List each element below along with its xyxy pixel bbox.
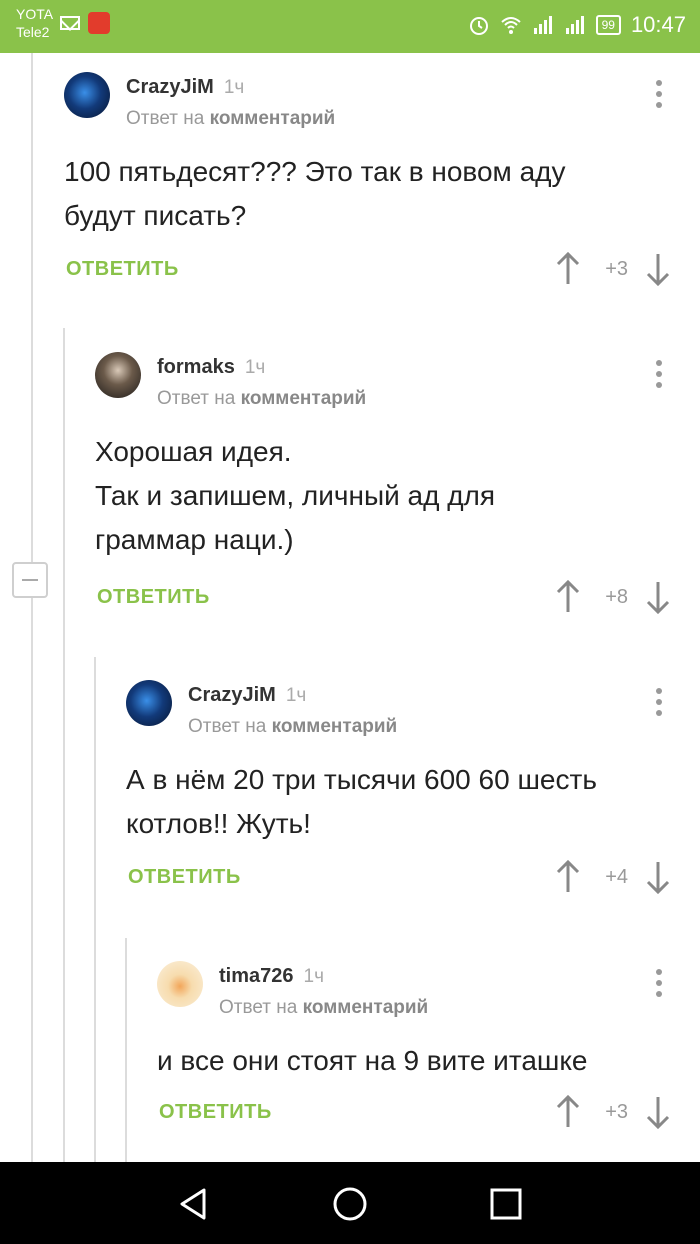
comment-text: А в нём 20 три тысячи 600 60 шесть котло… bbox=[126, 764, 597, 839]
comment-score: +4 bbox=[605, 866, 628, 888]
reply-prefix: Ответ на bbox=[126, 108, 205, 129]
signal-2-icon bbox=[565, 16, 584, 34]
reply-to-label: Ответ на комментарий bbox=[188, 716, 397, 738]
battery-icon: 99 bbox=[595, 15, 621, 35]
reply-to-label: Ответ на комментарий bbox=[219, 997, 428, 1019]
comment-actions: ОТВЕТИТЬ +8 bbox=[95, 580, 700, 620]
reply-button[interactable]: ОТВЕТИТЬ bbox=[66, 258, 179, 281]
comment-score: +3 bbox=[605, 258, 628, 280]
reply-to-label: Ответ на комментарий bbox=[157, 388, 366, 410]
comment: tima726 1ч Ответ на комментарий и все они… bbox=[157, 961, 700, 1161]
author-name[interactable]: tima726 bbox=[219, 965, 294, 987]
clock: 10:47 bbox=[630, 12, 686, 37]
thread-line-2 bbox=[63, 328, 65, 1162]
reply-prefix: Ответ на bbox=[157, 388, 236, 409]
comment-time: 1ч bbox=[244, 357, 266, 378]
comment: CrazyJiM 1ч Ответ на комментарий 100 пять… bbox=[64, 72, 700, 302]
wifi-icon bbox=[500, 17, 521, 34]
recent-apps-icon[interactable] bbox=[486, 1184, 526, 1224]
comment-actions: ОТВЕТИТЬ +3 bbox=[64, 252, 700, 292]
comment-score: +3 bbox=[605, 1101, 628, 1123]
navigation-bar bbox=[0, 1162, 700, 1244]
carrier-2: Tele2 bbox=[16, 24, 50, 40]
downvote-arrow-icon[interactable] bbox=[646, 1095, 670, 1129]
upvote-arrow-icon[interactable] bbox=[556, 580, 580, 614]
comment-text: и все они стоят на 9 вите иташке bbox=[157, 1045, 588, 1076]
carrier-1: YOTA bbox=[16, 6, 54, 22]
comment-text: 100 пятьдесят??? Это так в новом аду буд… bbox=[64, 156, 566, 231]
upvote-arrow-icon[interactable] bbox=[556, 860, 580, 894]
comment-author[interactable]: formaks 1ч bbox=[157, 356, 265, 379]
reply-target-link[interactable]: комментарий bbox=[272, 716, 398, 737]
more-options-icon[interactable] bbox=[656, 969, 662, 999]
comment: formaks 1ч Ответ на комментарий Хорошая и… bbox=[95, 352, 700, 632]
reply-prefix: Ответ на bbox=[188, 716, 267, 737]
status-icons: 99 10:47 bbox=[468, 10, 686, 40]
comment: CrazyJiM 1ч Ответ на комментарий А в нём … bbox=[126, 680, 700, 910]
avatar[interactable] bbox=[157, 961, 203, 1007]
downvote-arrow-icon[interactable] bbox=[646, 860, 670, 894]
avatar[interactable] bbox=[64, 72, 110, 118]
comment-author[interactable]: CrazyJiM 1ч bbox=[126, 76, 244, 99]
thread-line-3 bbox=[94, 657, 96, 1162]
author-name[interactable]: formaks bbox=[157, 356, 235, 378]
status-bar: YOTA Tele2 99 10:47 bbox=[0, 0, 700, 53]
alarm-icon bbox=[469, 17, 488, 35]
comment-actions: ОТВЕТИТЬ +3 bbox=[157, 1095, 700, 1135]
reply-target-link[interactable]: комментарий bbox=[241, 388, 367, 409]
more-options-icon[interactable] bbox=[656, 360, 662, 390]
upvote-arrow-icon[interactable] bbox=[556, 252, 580, 286]
carrier-info: YOTA Tele2 bbox=[16, 5, 53, 41]
reply-button[interactable]: ОТВЕТИТЬ bbox=[128, 866, 241, 889]
comment-text: Хорошая идея. Так и запишем, личный ад д… bbox=[95, 436, 496, 555]
reply-button[interactable]: ОТВЕТИТЬ bbox=[159, 1101, 272, 1124]
comment-time: 1ч bbox=[223, 77, 245, 98]
comment-time: 1ч bbox=[303, 966, 324, 987]
reply-to-label: Ответ на комментарий bbox=[126, 108, 335, 130]
home-icon[interactable] bbox=[330, 1184, 370, 1224]
reply-target-link[interactable]: комментарий bbox=[210, 108, 336, 129]
comment-author[interactable]: CrazyJiM 1ч bbox=[188, 684, 306, 707]
reply-target-link[interactable]: комментарий bbox=[303, 997, 429, 1018]
avatar[interactable] bbox=[95, 352, 141, 398]
downvote-arrow-icon[interactable] bbox=[646, 580, 670, 614]
author-name[interactable]: CrazyJiM bbox=[126, 76, 214, 98]
thread-line-1 bbox=[31, 53, 33, 1162]
collapse-thread-button[interactable] bbox=[12, 562, 48, 598]
comment-actions: ОТВЕТИТЬ +4 bbox=[126, 860, 700, 900]
upvote-arrow-icon[interactable] bbox=[556, 1095, 580, 1129]
thread-line-4 bbox=[125, 938, 127, 1162]
downvote-arrow-icon[interactable] bbox=[646, 252, 670, 286]
huawei-notification-icon bbox=[88, 12, 110, 34]
mail-notification-icon bbox=[60, 16, 80, 30]
signal-1-icon bbox=[533, 16, 552, 34]
comment-time: 1ч bbox=[285, 685, 307, 706]
more-options-icon[interactable] bbox=[656, 688, 662, 718]
reply-prefix: Ответ на bbox=[219, 997, 298, 1018]
avatar[interactable] bbox=[126, 680, 172, 726]
comment-author[interactable]: tima726 1ч bbox=[219, 965, 324, 988]
author-name[interactable]: CrazyJiM bbox=[188, 684, 276, 706]
reply-button[interactable]: ОТВЕТИТЬ bbox=[97, 586, 210, 609]
more-options-icon[interactable] bbox=[656, 80, 662, 110]
back-icon[interactable] bbox=[174, 1184, 214, 1224]
comment-score: +8 bbox=[605, 586, 628, 608]
